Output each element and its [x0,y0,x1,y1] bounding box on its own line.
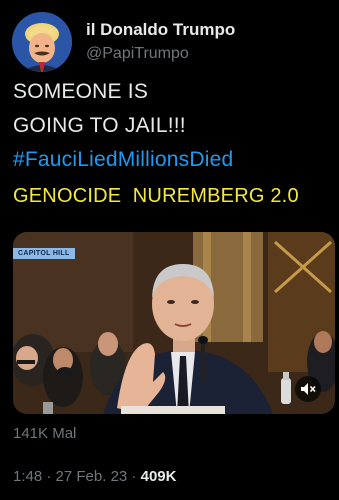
video-player[interactable]: CAPITOL HILL [13,232,335,414]
view-count-label: 141K Mal [13,425,77,442]
tweet-text-line-2: GOING TO JAIL!!! [13,114,186,137]
video-frame [13,232,335,414]
display-name[interactable]: il Donaldo Trumpo [86,20,235,40]
views-count: 409K [140,468,177,485]
user-handle[interactable]: @PapiTrumpo [86,45,189,63]
tweet-meta: 1:48 · 27 Feb. 23 · 409K [13,468,176,485]
profile-avatar[interactable] [12,12,72,72]
hashtag-link[interactable]: #FauciLiedMillionsDied [13,148,233,172]
speaker-muted-icon [301,383,316,395]
tweet-date[interactable]: 27 Feb. 23 [56,468,128,485]
tweet-time[interactable]: 1:48 [13,468,42,485]
tweet-text-line-1: SOMEONE IS [13,80,149,103]
highlight-text: GENOCIDE NUREMBERG 2.0 [13,185,299,207]
meta-separator: · [127,468,141,485]
avatar-image [12,12,72,72]
meta-separator: · [42,468,56,485]
mute-toggle-button[interactable] [295,376,321,402]
channel-caption-label: CAPITOL HILL [13,248,75,259]
